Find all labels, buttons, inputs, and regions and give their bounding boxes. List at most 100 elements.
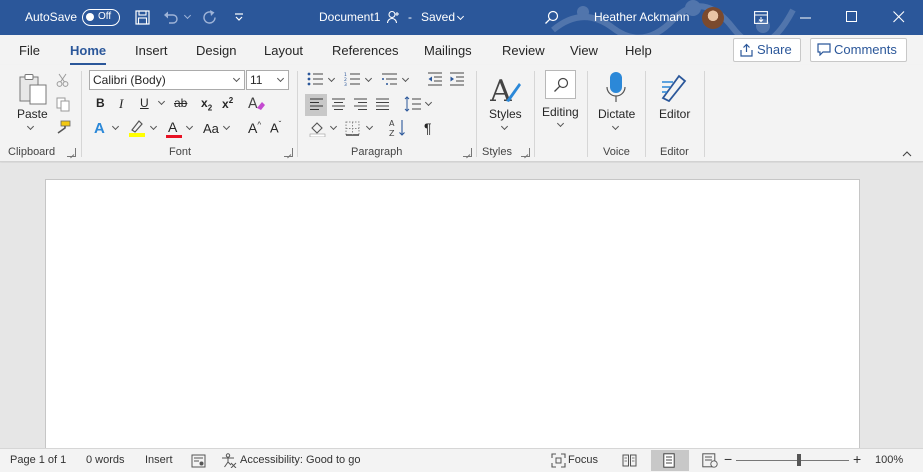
font-color-dropdown-icon[interactable] [185,122,194,131]
vertical-scrollbar[interactable] [906,163,923,448]
tab-layout[interactable]: Layout [264,43,303,58]
print-layout-icon[interactable] [663,453,675,468]
focus-icon[interactable] [551,453,566,468]
justify-icon[interactable] [375,98,390,111]
sort-icon[interactable]: A Z [389,118,407,137]
change-case-button[interactable]: Aa [203,121,219,136]
document-area[interactable] [0,163,923,454]
grow-font-button[interactable]: A^ [248,120,261,136]
clipboard-dialog-launcher-icon[interactable] [67,148,76,157]
decrease-indent-icon[interactable] [427,72,443,86]
bold-button[interactable]: B [96,96,105,110]
maximize-icon[interactable] [846,11,858,23]
user-name[interactable]: Heather Ackmann [594,0,689,35]
align-left-icon[interactable] [309,98,324,111]
underline-button[interactable]: U [140,96,149,110]
highlight-icon[interactable] [128,118,146,137]
comments-button[interactable]: Comments [810,38,907,62]
bullets-dropdown-icon[interactable] [327,74,336,83]
editor-label[interactable]: Editor [659,107,690,121]
zoom-slider-thumb[interactable] [797,454,801,466]
increase-indent-icon[interactable] [449,72,465,86]
paste-dropdown-icon[interactable] [26,122,35,131]
zoom-slider-track[interactable] [736,460,849,461]
text-effects-button[interactable]: A [94,120,105,137]
italic-button[interactable]: I [119,96,123,112]
zoom-out-button[interactable]: − [724,451,732,467]
underline-dropdown-icon[interactable] [157,97,166,106]
multilevel-list-icon[interactable] [381,72,398,86]
input-mode[interactable]: Insert [145,454,173,466]
shrink-font-button[interactable]: Aˇ [270,120,281,135]
tab-home[interactable]: Home [70,43,107,66]
web-layout-icon[interactable] [702,453,718,468]
zoom-in-button[interactable]: + [853,451,861,467]
tab-file[interactable]: File [19,43,40,58]
redo-icon[interactable] [201,9,218,26]
multilevel-list-dropdown-icon[interactable] [401,74,410,83]
zoom-level[interactable]: 100% [875,454,903,466]
borders-icon[interactable] [345,121,360,136]
tab-design[interactable]: Design [196,43,236,58]
align-center-icon[interactable] [331,98,346,111]
shading-icon[interactable] [309,120,326,137]
save-icon[interactable] [135,10,150,25]
highlight-dropdown-icon[interactable] [149,122,158,131]
paste-label[interactable]: Paste [17,107,48,121]
font-name-combobox[interactable]: Calibri (Body) [89,70,245,90]
document-page[interactable] [45,179,860,454]
dictate-dropdown-icon[interactable] [611,122,620,131]
customize-toolbar-icon[interactable] [234,12,244,22]
font-size-combobox[interactable]: 11 [246,70,289,90]
accessibility-status[interactable]: Accessibility: Good to go [240,454,360,466]
cut-icon[interactable] [56,73,69,87]
bullets-icon[interactable] [307,72,324,86]
collapse-ribbon-icon[interactable] [902,151,912,157]
minimize-icon[interactable] [800,17,812,19]
paragraph-dialog-launcher-icon[interactable] [463,148,472,157]
styles-label[interactable]: Styles [489,107,522,121]
tab-help[interactable]: Help [625,43,652,58]
word-count[interactable]: 0 words [86,454,125,466]
tab-review[interactable]: Review [502,43,545,58]
ribbon-display-options-icon[interactable] [754,11,768,24]
tab-insert[interactable]: Insert [135,43,168,58]
align-right-icon[interactable] [353,98,368,111]
tab-view[interactable]: View [570,43,598,58]
tab-mailings[interactable]: Mailings [424,43,472,58]
line-spacing-icon[interactable] [404,96,422,112]
search-icon[interactable] [544,10,559,25]
superscript-button[interactable]: x2 [222,96,233,111]
strikethrough-button[interactable]: ab [174,96,187,110]
undo-icon[interactable] [163,10,179,25]
avatar[interactable] [702,7,724,29]
styles-dropdown-icon[interactable] [500,122,509,131]
share-button[interactable]: Share [733,38,801,62]
clear-formatting-icon[interactable]: A [248,95,266,112]
font-dialog-launcher-icon[interactable] [284,148,293,157]
close-icon[interactable] [893,11,905,23]
dictate-label[interactable]: Dictate [598,107,635,121]
borders-dropdown-icon[interactable] [365,122,374,131]
read-mode-icon[interactable] [622,454,637,467]
shading-dropdown-icon[interactable] [329,122,338,131]
document-name[interactable]: Document1 [319,0,380,35]
numbering-dropdown-icon[interactable] [364,74,373,83]
subscript-button[interactable]: x2 [201,96,212,112]
styles-dialog-launcher-icon[interactable] [521,148,530,157]
autosave-toggle[interactable]: Off [82,9,120,26]
line-spacing-dropdown-icon[interactable] [424,98,433,107]
macro-recording-icon[interactable] [191,454,206,468]
styles-icon[interactable]: A [490,73,522,105]
text-effects-dropdown-icon[interactable] [111,122,120,131]
font-color-button[interactable]: A [168,119,177,135]
editing-button-frame[interactable] [545,70,576,99]
accessibility-icon[interactable] [221,453,237,468]
page-count[interactable]: Page 1 of 1 [10,454,66,466]
editing-label[interactable]: Editing [542,105,579,119]
change-case-dropdown-icon[interactable] [222,122,231,131]
focus-label[interactable]: Focus [568,454,598,466]
microphone-icon[interactable] [606,71,626,103]
editor-icon[interactable] [659,72,689,102]
numbering-icon[interactable]: 1 2 3 [344,72,361,86]
